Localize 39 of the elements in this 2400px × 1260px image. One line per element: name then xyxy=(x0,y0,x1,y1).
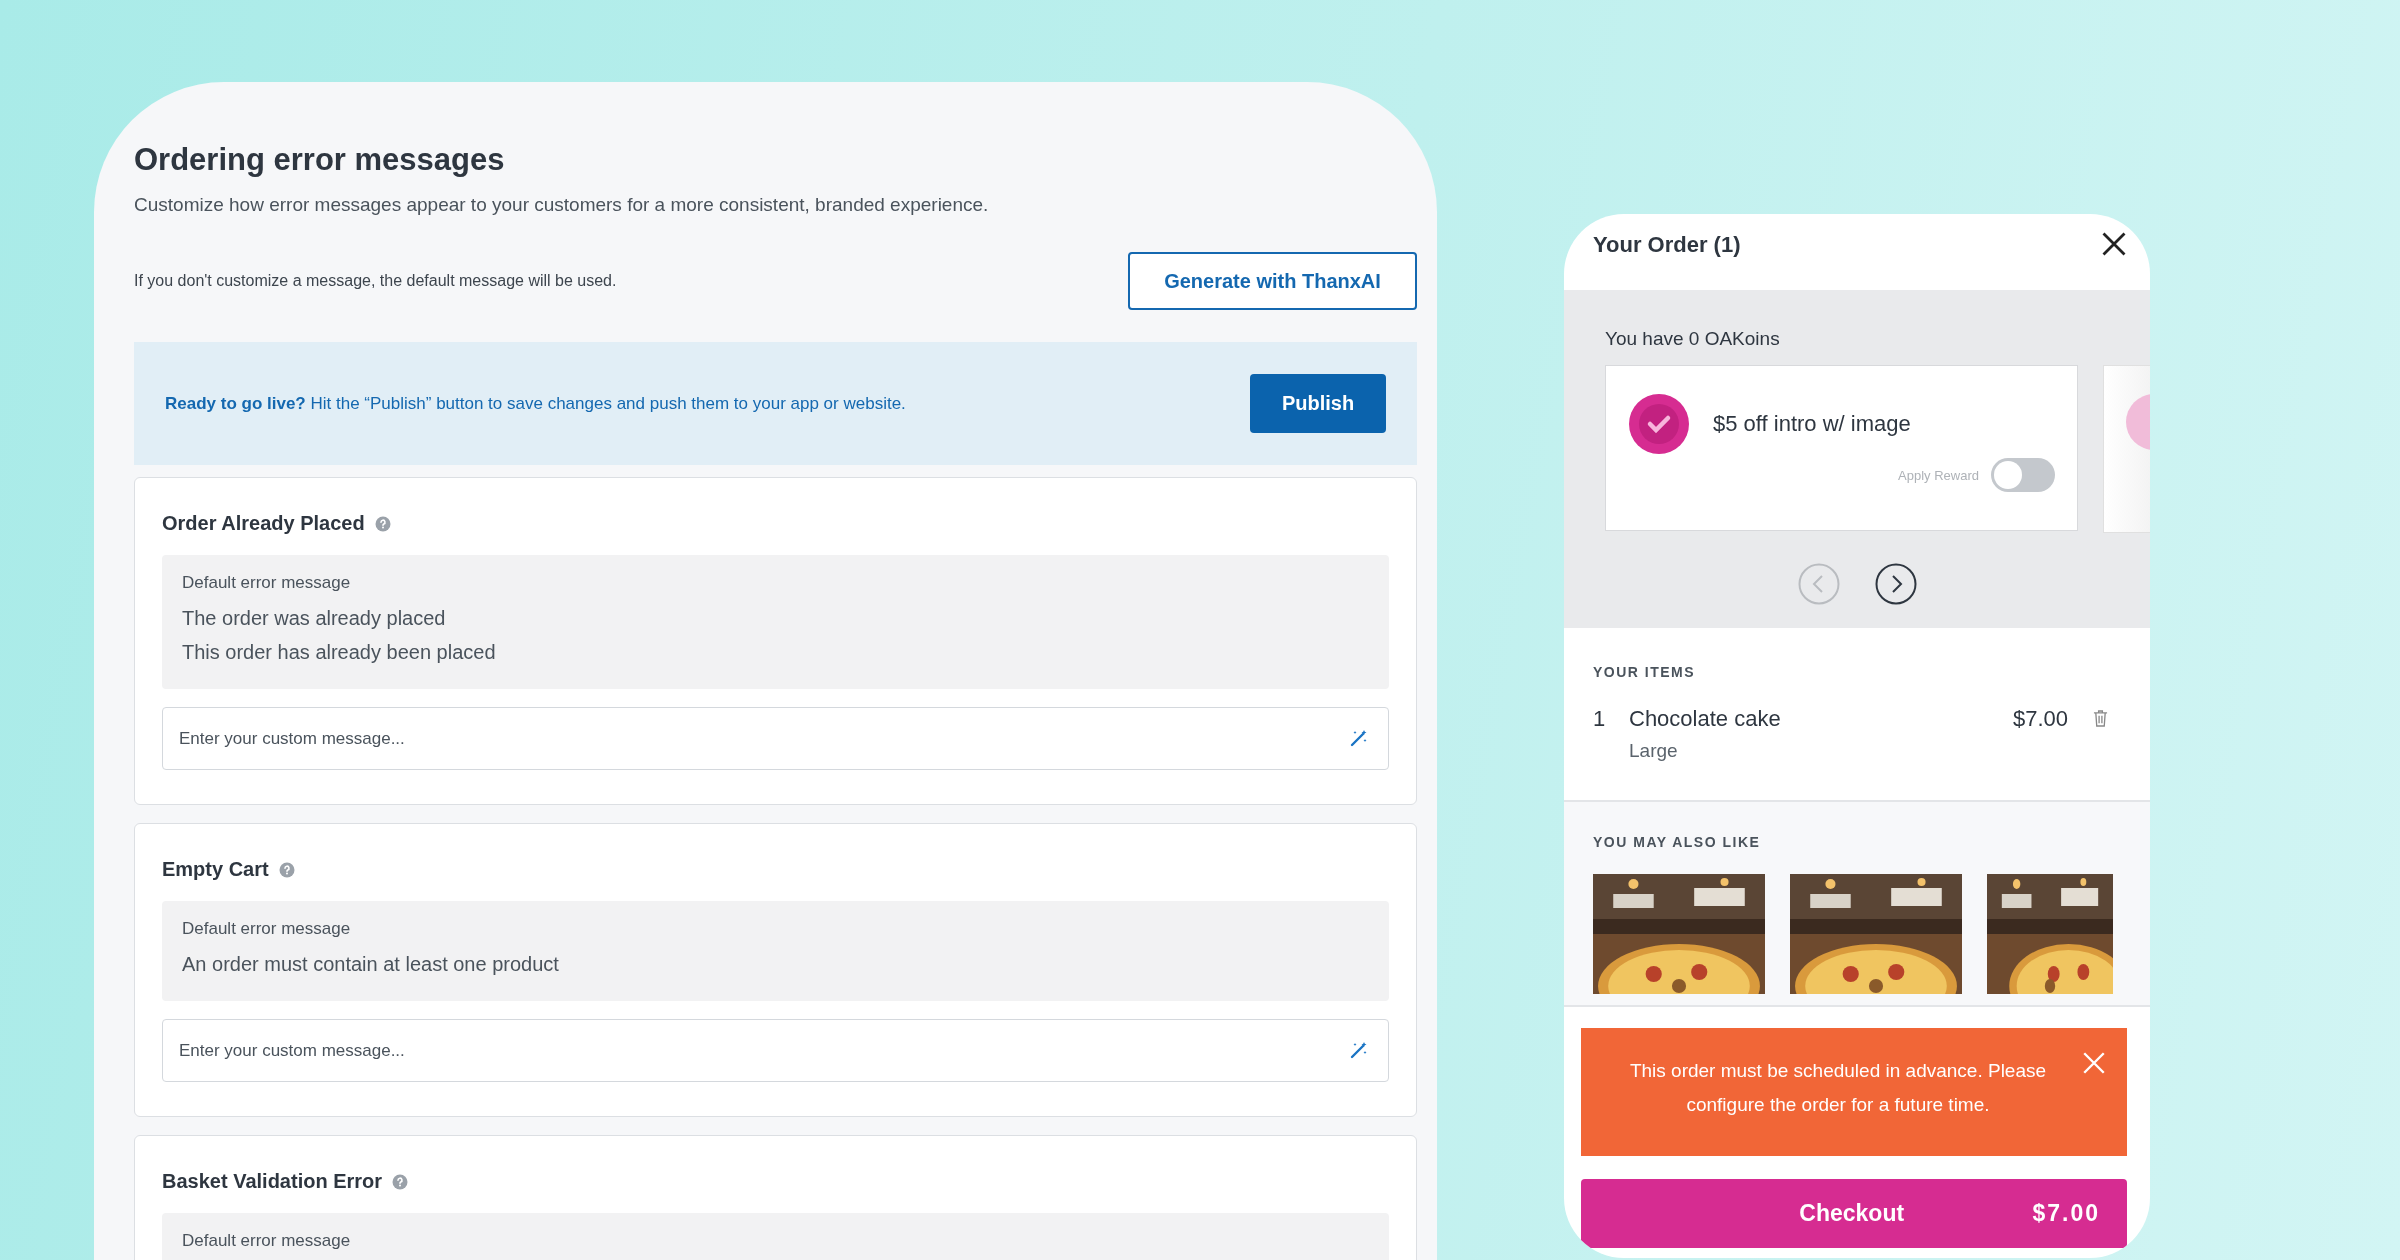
toggle-label: Apply Reward xyxy=(1898,467,1979,483)
card-title: Order Already Placed xyxy=(162,512,365,535)
card-title: Empty Cart xyxy=(162,858,269,881)
help-icon[interactable] xyxy=(392,1173,409,1190)
help-icon[interactable] xyxy=(374,515,391,532)
custom-message-field[interactable]: Enter your custom message... xyxy=(162,1019,1389,1082)
default-label: Default error message xyxy=(182,919,352,939)
item-price: $7.00 xyxy=(2012,706,2068,732)
items-heading: YOUR ITEMS xyxy=(1593,664,1697,680)
help-icon[interactable] xyxy=(278,861,295,878)
magic-wand-icon[interactable] xyxy=(1349,1040,1369,1060)
generate-button[interactable]: Generate with ThanxAI xyxy=(1128,252,1417,310)
checkout-button[interactable]: Checkout $7.00 xyxy=(1581,1179,2127,1248)
trash-icon[interactable] xyxy=(2093,710,2108,727)
next-icon[interactable] xyxy=(1874,563,1917,605)
default-label: Default error message xyxy=(182,573,352,593)
page-subtitle: Customize how error messages appear to your customers for a more consistent, branded experience. xyxy=(134,194,990,216)
banner-text: Ready to go live? Hit the “Publish” button to save changes and push them to your app or website. xyxy=(165,393,906,414)
hint-text: If you don't customize a message, the default message will be used. xyxy=(134,272,617,290)
default-message: The order was already placed xyxy=(182,606,447,631)
publish-button[interactable]: Publish xyxy=(1250,374,1386,433)
default-message: This order has already been placed xyxy=(182,640,497,665)
cart-title: Your Order (1) xyxy=(1593,232,1741,258)
default-label: Default error message xyxy=(182,1231,352,1251)
page-title: Ordering error messages xyxy=(134,142,506,178)
item-name: Chocolate cake xyxy=(1629,706,1782,732)
alert-message: This order must be scheduled in advance. Please configure the order for a future time. xyxy=(1628,1059,2048,1117)
card-title: Basket Validation Error xyxy=(162,1170,383,1193)
points-text: You have 0 OAKoins xyxy=(1605,328,1781,350)
check-badge-icon xyxy=(1629,394,1689,454)
apply-reward-toggle[interactable] xyxy=(1991,458,2055,492)
default-message: An order must contain at least one product xyxy=(182,952,560,977)
item-quantity: 1 xyxy=(1593,706,1607,732)
magic-wand-icon[interactable] xyxy=(1349,728,1369,748)
close-icon[interactable] xyxy=(2100,230,2128,258)
custom-message-field[interactable]: Enter your custom message... xyxy=(162,707,1389,770)
suggestions-heading: YOU MAY ALSO LIKE xyxy=(1593,834,1762,850)
reward-name: $5 off intro w/ image xyxy=(1713,411,1911,437)
item-option: Large xyxy=(1629,740,2013,762)
